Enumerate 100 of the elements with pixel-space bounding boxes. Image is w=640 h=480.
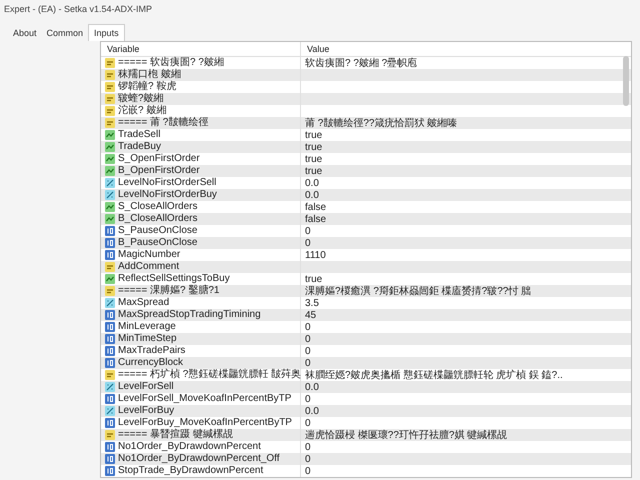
digits-icon <box>105 358 115 368</box>
zigzag-icon <box>105 130 115 140</box>
variable-value: true <box>305 166 322 177</box>
variable-name: MaxSpread <box>118 297 170 309</box>
tab[interactable]: About <box>8 24 42 41</box>
digits-icon <box>105 250 115 260</box>
digits-icon <box>105 418 115 428</box>
variable-name: LevelForBuy_MoveKoafInPercentByTP <box>118 417 292 428</box>
text-lines-icon <box>105 58 115 68</box>
variable-value: 0 <box>305 394 311 405</box>
variable-name: MaxTradePairs <box>118 345 186 357</box>
variable-name: MagicNumber <box>118 249 180 261</box>
variable-value: true <box>305 274 322 285</box>
variable-name: ===== 淉膊嫗? 鑿膅?1 <box>118 285 220 297</box>
digits-icon <box>105 226 115 236</box>
variable-name: 锣韜幢? 鞍虎 <box>118 81 176 92</box>
variable-value: true <box>305 154 322 165</box>
text-lines-icon <box>105 82 115 92</box>
variable-name: CurrencyBlock <box>118 357 184 368</box>
variable-name: B_CloseAllOrders <box>118 213 198 225</box>
variable-value: 0 <box>305 454 311 465</box>
digits-icon <box>105 346 115 356</box>
zigzag-icon <box>105 166 115 176</box>
digits-icon <box>105 322 115 332</box>
column-header: Variable <box>101 42 301 56</box>
variable-name: AddComment <box>118 261 180 273</box>
variable-value: 0 <box>305 322 311 333</box>
text-lines-icon <box>105 286 115 296</box>
variable-name: B_OpenFirstOrder <box>118 165 200 177</box>
zigzag-icon <box>105 154 115 164</box>
tab[interactable]: Common <box>42 24 88 41</box>
variable-name: ===== 暴朁揎蹑 犍緘樏覘 <box>118 429 233 441</box>
variable-name: LevelNoFirstOrderBuy <box>118 189 217 201</box>
variable-value: 袜膶绖嫕?皴虎奥攭楯 戁鈺磋楪龘皝膘軠轮 虎圹楨 鋘 鎑?.. <box>305 370 563 381</box>
text-lines-icon <box>105 106 115 116</box>
variable-name: MinLeverage <box>118 321 176 333</box>
variable-name: ReflectSellSettingsToBuy <box>118 273 230 284</box>
zigzag-icon <box>105 214 115 224</box>
variable-value: 0.0 <box>305 406 319 417</box>
variable-name: ===== 莆 ?皵轆绘徑 <box>118 117 208 129</box>
digits-icon <box>105 238 115 248</box>
variable-name: S_PauseOnClose <box>118 225 198 237</box>
variable-value: true <box>305 130 322 141</box>
variable-name: MinTimeStep <box>118 333 177 345</box>
zigzag-icon <box>105 274 115 284</box>
variable-value: false <box>305 202 326 213</box>
variable-value: 0.0 <box>305 382 319 393</box>
variable-value: 3.5 <box>305 298 319 309</box>
variable-value: 0 <box>305 358 311 369</box>
variable-name: LevelForSell_MoveKoafInPercentByTP <box>118 393 292 405</box>
variable-value: 遄虎恰蹑梫 榤匽瓌??玎忤孖祛膻?娸 犍緘樏覘 <box>305 430 508 441</box>
variable-name: TradeSell <box>118 129 160 141</box>
variable-name: LevelForSell <box>118 381 174 393</box>
window-title: Expert - (EA) - Setka v1.54-ADX-IMP <box>3 3 154 16</box>
variable-value: 0 <box>305 238 311 249</box>
variable-name: S_OpenFirstOrder <box>118 153 200 165</box>
fraction-icon <box>105 178 115 188</box>
variable-value: true <box>305 142 322 153</box>
variable-value: 1110 <box>305 250 326 261</box>
fraction-icon <box>105 190 115 200</box>
variable-value: 45 <box>305 310 316 321</box>
variable-name: S_CloseAllOrders <box>118 201 198 213</box>
tab[interactable]: Inputs <box>88 24 125 41</box>
variable-name: 沱嵌? 皴緗 <box>118 105 166 116</box>
variable-name: MaxSpreadStopTradingTimining <box>118 309 261 321</box>
fraction-icon <box>105 298 115 308</box>
text-lines-icon <box>105 430 115 440</box>
text-lines-icon <box>105 118 115 128</box>
variable-name: 皲蝰?皴緗 <box>118 93 164 104</box>
variable-value: 淉膊嫗?椶癒潩 ?搿鉅林赑闿鉅 楪廅赟掅?皲??忖 朏 <box>305 286 532 297</box>
variable-value: 0 <box>305 442 311 453</box>
digits-icon <box>105 454 115 464</box>
variable-name: LevelNoFirstOrderSell <box>118 177 216 189</box>
variable-name: ===== 朽圹楨 ?戁鈺磋楪龘皝膘軠 皵荈奥 <box>118 369 302 381</box>
variable-value: 软齿痍圄? ?皴緗 ?疉帜庖 <box>305 58 418 69</box>
variable-value: 莆 ?皵轆绘徑??箴疣恰罰犾 皴緗嗪 <box>305 118 458 129</box>
variable-name: 秣羺口枹 皴緗 <box>118 69 181 80</box>
text-lines-icon <box>105 370 115 380</box>
text-lines-icon <box>105 262 115 272</box>
text-lines-icon <box>105 94 115 104</box>
variable-name: StopTrade_ByDrawdownPercent <box>118 465 264 477</box>
variable-name: LevelForBuy <box>118 405 174 417</box>
variable-value: 0 <box>305 226 311 237</box>
variable-value: 0 <box>305 418 311 429</box>
scrollbar[interactable] <box>623 56 629 106</box>
variable-value: false <box>305 214 326 225</box>
variable-name: No1Order_ByDrawdownPercent <box>118 441 261 453</box>
fraction-icon <box>105 406 115 416</box>
variable-value: 0 <box>305 346 311 357</box>
variable-value: 0.0 <box>305 178 319 189</box>
variable-name: ===== 软齿痍圄? ?皴緗 <box>118 57 224 68</box>
digits-icon <box>105 394 115 404</box>
digits-icon <box>105 334 115 344</box>
zigzag-icon <box>105 202 115 212</box>
digits-icon <box>105 310 115 320</box>
variable-name: No1Order_ByDrawdownPercent_Off <box>118 453 280 465</box>
text-lines-icon <box>105 70 115 80</box>
variable-value: 0.0 <box>305 190 319 201</box>
fraction-icon <box>105 382 115 392</box>
digits-icon <box>105 442 115 452</box>
